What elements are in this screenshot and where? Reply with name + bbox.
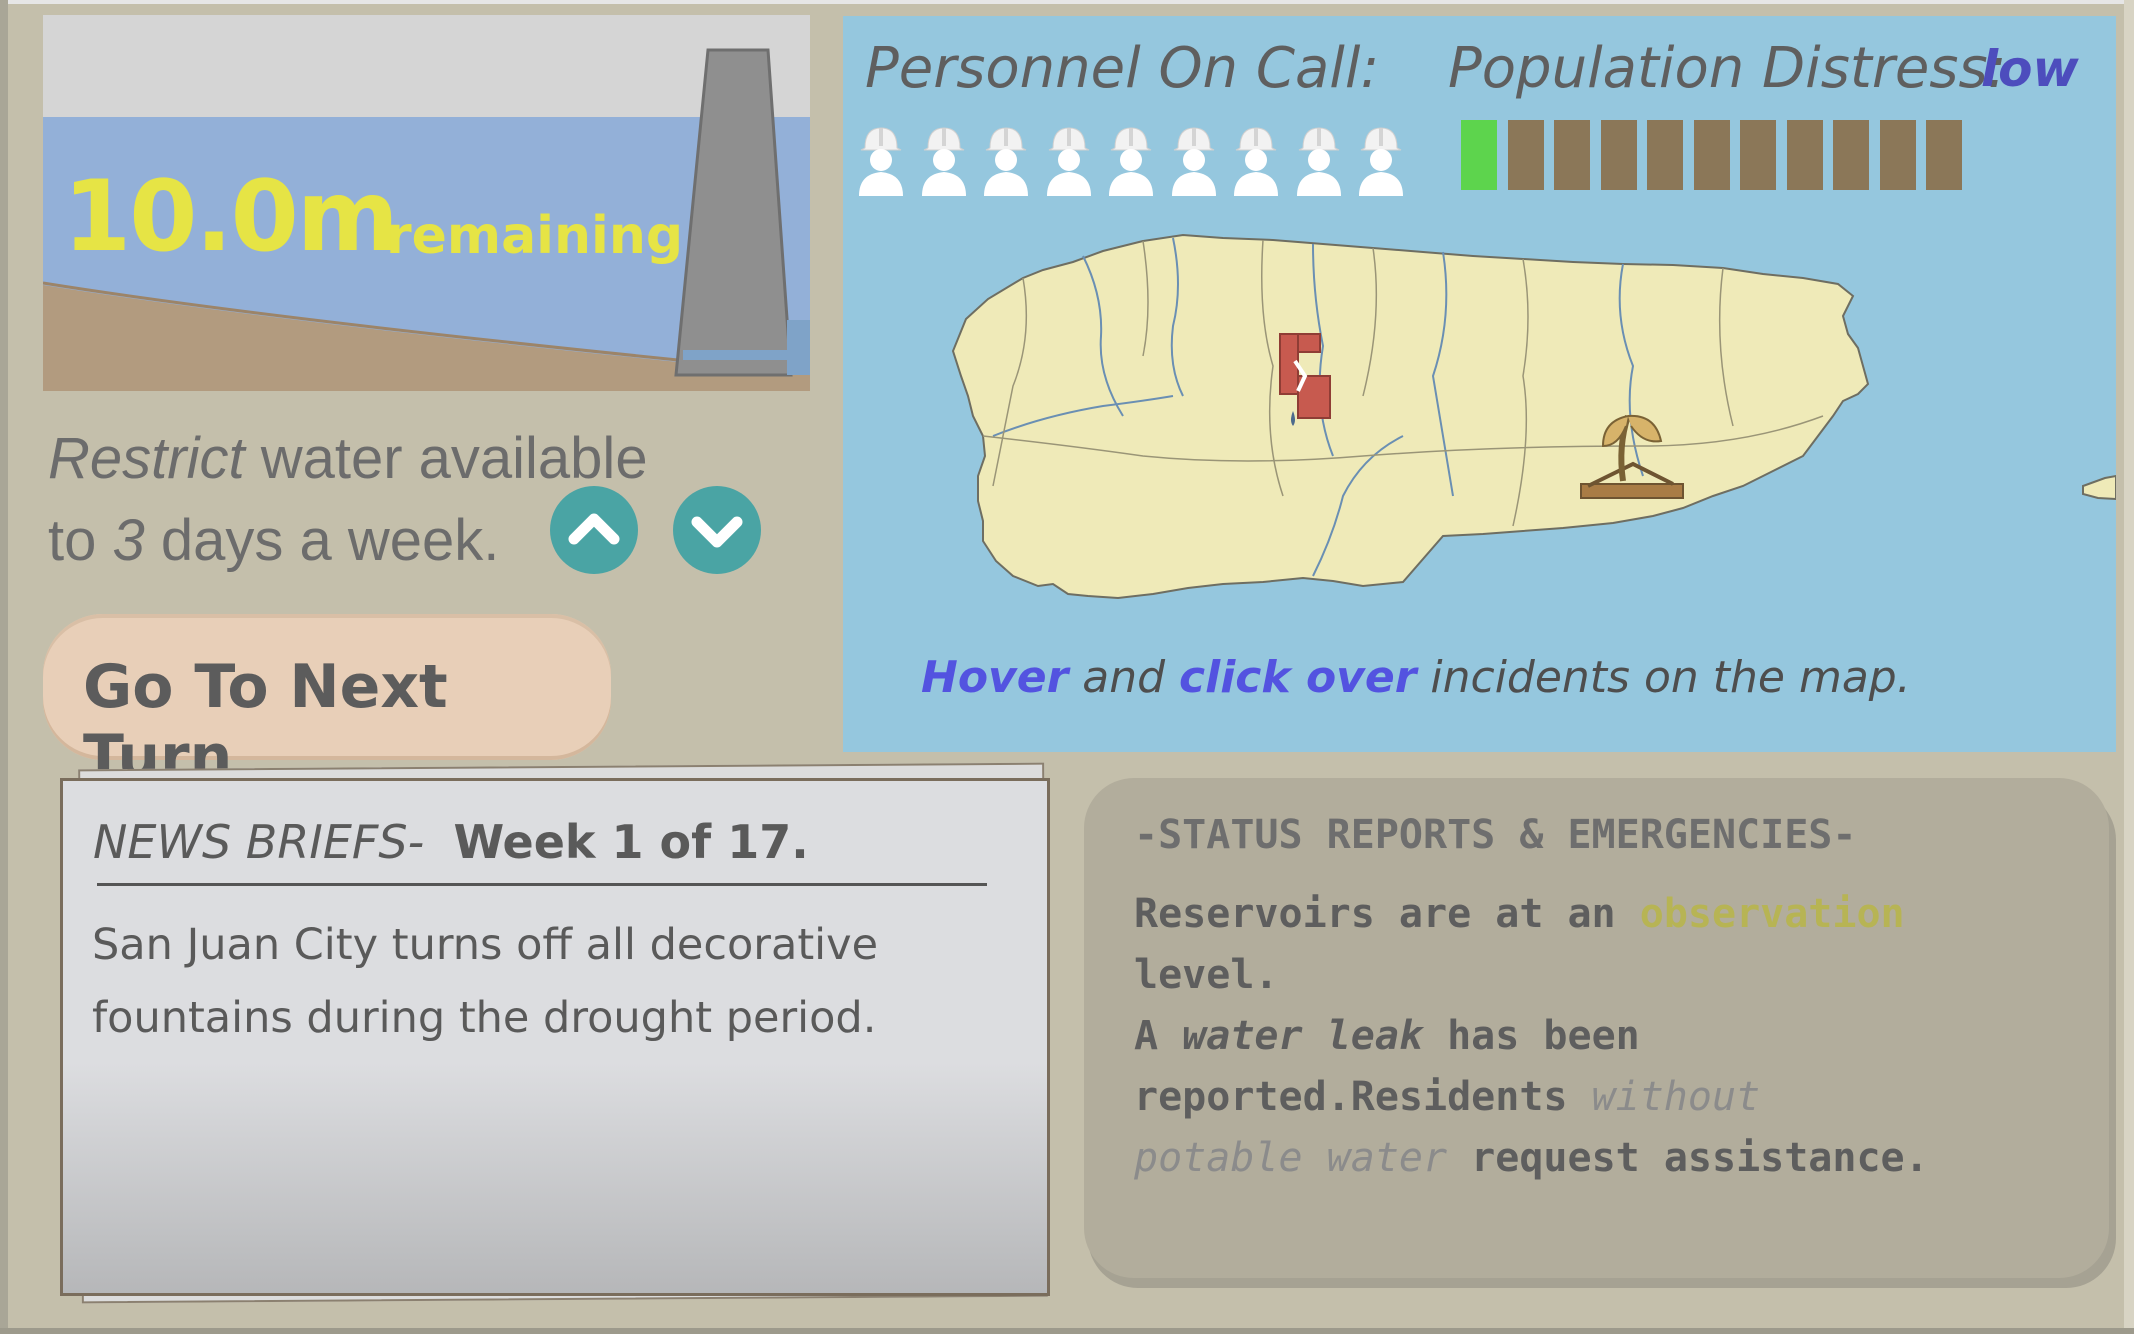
- restriction-days: 3: [112, 508, 145, 573]
- chevron-down-icon: [691, 516, 743, 548]
- status-reservoir-text: Reservoirs are at an: [1134, 891, 1640, 937]
- window-top-edge: [0, 0, 2134, 4]
- reservoir-panel: 10.0m remaining: [43, 15, 810, 391]
- hint-hover: Hover: [921, 652, 1069, 703]
- restriction-suffix: days a week.: [144, 508, 500, 573]
- status-leak-term: water leak: [1182, 1013, 1423, 1059]
- map-panel[interactable]: Personnel On Call: Population Distress: …: [843, 16, 2116, 752]
- water-remaining-value: 10.0m: [63, 160, 399, 274]
- chevron-up-icon: [568, 513, 620, 545]
- restriction-prefix: to: [48, 508, 113, 573]
- window-bottom-edge: [0, 1328, 2134, 1334]
- hint-rest: incidents on the map.: [1416, 652, 1911, 703]
- island-map[interactable]: [843, 16, 2116, 752]
- news-heading: NEWS BRIEFS-: [93, 815, 425, 869]
- news-divider: [97, 883, 987, 886]
- map-hint: Hover and click over incidents on the ma…: [921, 652, 1911, 703]
- status-leak-suffix: has been: [1423, 1013, 1640, 1059]
- window-left-edge: [0, 0, 8, 1334]
- status-level-word: level.: [1134, 952, 1279, 998]
- next-turn-button[interactable]: Go To Next Turn: [43, 614, 611, 792]
- decrease-days-button[interactable]: [673, 486, 761, 574]
- restriction-verb: Restrict: [48, 426, 245, 491]
- window-right-edge: [2124, 0, 2134, 1334]
- restriction-line1: water available: [244, 426, 648, 491]
- status-request: request assistance.: [1447, 1135, 1929, 1181]
- water-remaining-label: remaining: [386, 206, 684, 266]
- news-week: Week 1 of 17.: [453, 815, 809, 869]
- increase-days-button[interactable]: [550, 486, 638, 574]
- hint-and: and: [1068, 652, 1180, 703]
- news-title: NEWS BRIEFS- Week 1 of 17.: [93, 815, 809, 869]
- news-body: San Juan City turns off all decorative f…: [92, 920, 879, 1043]
- status-body: Reservoirs are at an observation level. …: [1134, 884, 2094, 1189]
- status-reservoir-level: observation: [1639, 891, 1905, 937]
- hint-click: click over: [1179, 652, 1417, 703]
- news-panel: NEWS BRIEFS- Week 1 of 17. San Juan City…: [60, 778, 1050, 1296]
- status-title: -STATUS REPORTS & EMERGENCIES-: [1134, 812, 1857, 858]
- status-reported: reported.Residents: [1134, 1074, 1592, 1120]
- status-without: without: [1591, 1074, 1761, 1120]
- status-potable: potable water: [1134, 1135, 1448, 1181]
- status-panel: -STATUS REPORTS & EMERGENCIES- Reservoir…: [1084, 778, 2109, 1278]
- status-leak-prefix: A: [1134, 1013, 1183, 1059]
